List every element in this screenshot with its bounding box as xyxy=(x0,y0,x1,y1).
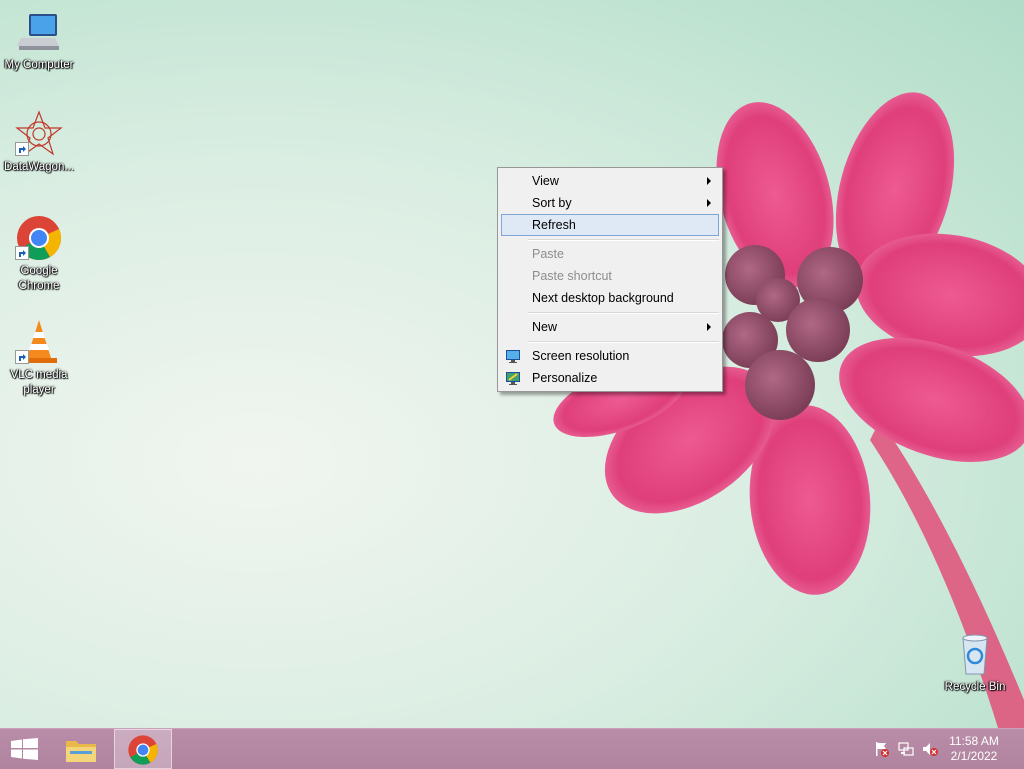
desktop-icon-label: My Computer xyxy=(4,59,74,71)
my-computer-icon xyxy=(15,8,63,56)
menu-separator xyxy=(528,312,719,314)
desktop-icon-recycle-bin[interactable]: Recycle Bin xyxy=(936,630,1014,695)
desktop-icon-label: Recycle Bin xyxy=(944,681,1006,693)
shortcut-arrow-icon xyxy=(15,350,29,364)
menu-item-paste[interactable]: Paste xyxy=(501,243,719,265)
volume-muted-icon[interactable] xyxy=(922,741,938,757)
clock-date: 2/1/2022 xyxy=(950,749,998,763)
taskbar-google-chrome[interactable] xyxy=(114,729,172,769)
menu-item-refresh[interactable]: Refresh xyxy=(501,214,719,236)
datawagon-icon xyxy=(15,110,63,158)
clock-time: 11:58 AM xyxy=(949,734,999,748)
menu-item-paste-shortcut[interactable]: Paste shortcut xyxy=(501,265,719,287)
menu-separator xyxy=(528,341,719,343)
menu-separator xyxy=(528,239,719,241)
windows-logo-icon xyxy=(11,738,38,760)
menu-item-view[interactable]: View xyxy=(501,170,719,192)
vlc-icon xyxy=(15,318,63,366)
personalize-icon xyxy=(505,370,521,386)
recycle-bin-icon xyxy=(951,630,999,678)
menu-item-next-desktop-background[interactable]: Next desktop background xyxy=(501,287,719,309)
menu-item-sort-by[interactable]: Sort by xyxy=(501,192,719,214)
google-chrome-icon xyxy=(15,214,63,262)
desktop-context-menu: View Sort by Refresh Paste Paste shortcu… xyxy=(497,167,723,392)
menu-item-personalize[interactable]: Personalize xyxy=(501,367,719,389)
desktop-icon-label: Google Chrome xyxy=(18,265,60,292)
desktop-icon-my-computer[interactable]: My Computer xyxy=(0,8,78,73)
desktop-icon-google-chrome[interactable]: Google Chrome xyxy=(0,214,78,294)
desktop-icon-vlc[interactable]: VLC media player xyxy=(0,318,78,398)
submenu-arrow-icon xyxy=(707,199,711,207)
taskbar-clock[interactable]: 11:58 AM 2/1/2022 xyxy=(942,734,1006,764)
start-button[interactable] xyxy=(0,729,48,769)
taskbar: 11:58 AM 2/1/2022 xyxy=(0,728,1024,769)
submenu-arrow-icon xyxy=(707,323,711,331)
shortcut-arrow-icon xyxy=(15,246,29,260)
submenu-arrow-icon xyxy=(707,177,711,185)
action-center-flag-icon[interactable] xyxy=(874,741,890,757)
menu-item-new[interactable]: New xyxy=(501,316,719,338)
desktop-icon-label: VLC media player xyxy=(10,369,68,396)
desktop-icon-label: DataWagon... xyxy=(4,161,74,173)
chrome-icon xyxy=(128,735,158,765)
shortcut-arrow-icon xyxy=(15,142,29,156)
network-icon[interactable] xyxy=(898,741,914,757)
desktop-icon-datawagon[interactable]: DataWagon... xyxy=(0,110,78,175)
taskbar-file-explorer[interactable] xyxy=(56,729,106,769)
screen-resolution-icon xyxy=(505,348,521,364)
menu-item-screen-resolution[interactable]: Screen resolution xyxy=(501,345,719,367)
folder-icon xyxy=(66,741,96,762)
